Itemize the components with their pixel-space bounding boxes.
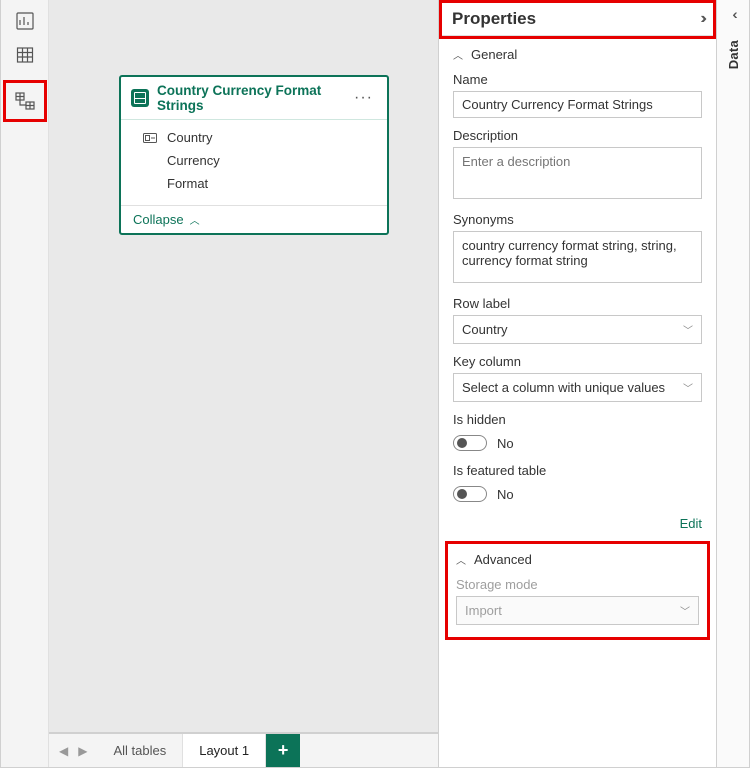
chevron-down-icon: ﹀: [683, 380, 693, 395]
tab-all-tables[interactable]: All tables: [97, 734, 183, 767]
add-layout-button[interactable]: +: [266, 734, 300, 767]
layout-tab-bar: ◀ ▶ All tables Layout 1 +: [49, 733, 438, 767]
model-canvas[interactable]: Country Currency Format Strings ··· Coun…: [49, 0, 438, 733]
rowlabel-select[interactable]: Country ﹀: [453, 315, 702, 344]
tab-layout-1[interactable]: Layout 1: [183, 734, 266, 767]
synonyms-input[interactable]: country currency format string, string, …: [453, 231, 702, 283]
left-view-rail: [1, 0, 49, 767]
advanced-section-highlight: ︿ Advanced Storage mode Import ﹀: [445, 541, 710, 640]
name-input[interactable]: [453, 91, 702, 118]
tabs-next-button[interactable]: ▶: [74, 744, 91, 758]
rowlabel-label: Row label: [453, 296, 702, 311]
isfeatured-label: Is featured table: [453, 463, 702, 478]
collapse-toggle[interactable]: Collapse ︿: [121, 205, 387, 233]
table-icon: [131, 89, 149, 107]
chevron-down-icon: ﹀: [680, 603, 690, 618]
field-name: Currency: [167, 153, 220, 168]
data-panel-label[interactable]: Data: [726, 40, 741, 69]
storagemode-label: Storage mode: [456, 577, 699, 592]
report-view-button[interactable]: [7, 6, 43, 36]
table-field-row[interactable]: Country: [135, 126, 373, 149]
ishidden-text: No: [497, 436, 514, 451]
storagemode-value: Import: [465, 603, 502, 618]
data-view-button[interactable]: [7, 40, 43, 70]
table-field-row[interactable]: Currency: [135, 149, 373, 172]
properties-panel: Properties ›› ︿ General Name Description…: [438, 0, 716, 767]
properties-title: Properties: [452, 9, 536, 29]
table-more-button[interactable]: ···: [350, 89, 377, 107]
keycolumn-label: Key column: [453, 354, 702, 369]
field-name: Country: [167, 130, 213, 145]
section-advanced-label: Advanced: [474, 552, 532, 567]
table-field-row[interactable]: Format: [135, 172, 373, 195]
edit-link[interactable]: Edit: [439, 512, 716, 541]
properties-header-highlight: Properties ››: [439, 0, 716, 39]
rowlabel-value: Country: [462, 322, 508, 337]
keycolumn-value: Select a column with unique values: [462, 380, 665, 395]
expand-data-panel-button[interactable]: ‹‹: [732, 6, 733, 22]
isfeatured-text: No: [497, 487, 514, 502]
keycolumn-select[interactable]: Select a column with unique values ﹀: [453, 373, 702, 402]
model-view-highlight: [3, 80, 47, 122]
chevron-up-icon: ︿: [456, 552, 466, 567]
ishidden-label: Is hidden: [453, 412, 702, 427]
table-card[interactable]: Country Currency Format Strings ··· Coun…: [119, 75, 389, 235]
name-label: Name: [453, 72, 702, 87]
tabs-prev-button[interactable]: ◀: [55, 744, 72, 758]
description-label: Description: [453, 128, 702, 143]
field-name: Format: [167, 176, 208, 191]
synonyms-label: Synonyms: [453, 212, 702, 227]
chevron-up-icon: ︿: [453, 47, 463, 62]
isfeatured-toggle[interactable]: [453, 486, 487, 502]
chevron-down-icon: ﹀: [683, 322, 693, 337]
section-general-label: General: [471, 47, 517, 62]
storagemode-select: Import ﹀: [456, 596, 699, 625]
chevron-up-icon: ︿: [190, 212, 200, 227]
key-column-icon: [143, 132, 159, 144]
description-input[interactable]: [453, 147, 702, 199]
section-general-toggle[interactable]: ︿ General: [439, 39, 716, 70]
data-panel-collapsed: ‹‹ Data: [716, 0, 749, 767]
table-card-title: Country Currency Format Strings: [157, 83, 342, 113]
ishidden-toggle[interactable]: [453, 435, 487, 451]
section-advanced-toggle[interactable]: ︿ Advanced: [448, 544, 707, 575]
table-fields: Country Currency Format: [121, 120, 387, 205]
expand-panel-button[interactable]: ››: [700, 10, 703, 28]
collapse-label: Collapse: [133, 212, 184, 227]
model-view-button[interactable]: [15, 91, 35, 111]
